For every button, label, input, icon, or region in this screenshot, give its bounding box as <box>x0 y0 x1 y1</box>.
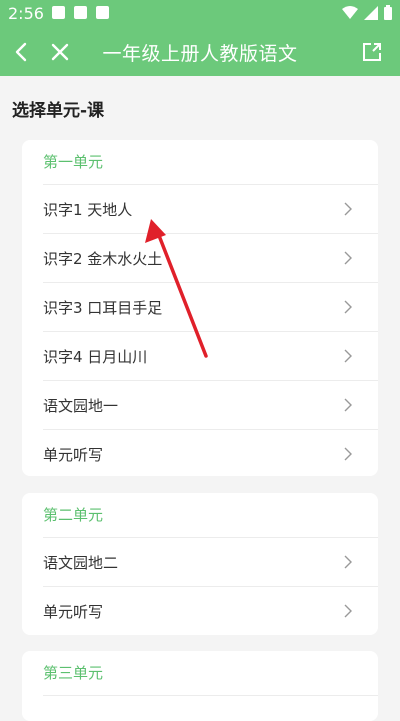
page-title: 一年级上册人教版语文 <box>102 43 298 65</box>
status-icons <box>342 5 392 20</box>
lesson-label: 语文园地一 <box>43 397 119 415</box>
status-time: 2:56 <box>8 4 44 23</box>
lesson-row-6[interactable]: 单元听写 <box>43 429 378 478</box>
chevron-right-icon <box>344 398 352 412</box>
lesson-label: 识字1 天地人 <box>43 201 133 219</box>
unit-title: 第二单元 <box>43 506 104 524</box>
chevron-right-icon <box>344 349 352 363</box>
lesson-row-7[interactable]: 语文园地二 <box>43 537 378 586</box>
lesson-row-8[interactable]: 单元听写 <box>43 586 378 635</box>
share-icon <box>363 43 381 61</box>
chevron-right-icon <box>344 555 352 569</box>
lesson-label: 单元听写 <box>43 603 104 621</box>
chevron-right-icon <box>344 251 352 265</box>
image-notification-icon <box>52 6 65 19</box>
app-bar: 一年级上册人教版语文 <box>0 28 400 76</box>
unit-title: 第一单元 <box>43 153 104 171</box>
section-title: 选择单元-课 <box>12 101 105 121</box>
lesson-label: 单元听写 <box>43 446 104 464</box>
lesson-label: 识字2 金木水火土 <box>43 250 163 268</box>
chevron-right-icon <box>344 300 352 314</box>
chevron-right-icon <box>344 447 352 461</box>
unit-title: 第三单元 <box>43 664 104 682</box>
battery-icon <box>384 5 392 20</box>
chevron-right-icon <box>344 202 352 216</box>
app-notification-icon-2 <box>96 6 109 19</box>
wifi-icon <box>342 5 358 19</box>
share-button[interactable] <box>360 40 384 64</box>
chevron-right-icon <box>344 604 352 618</box>
status-bar: 2:56 <box>0 0 400 28</box>
lesson-row-4[interactable]: 识字4 日月山川 <box>43 331 378 380</box>
lesson-row-1[interactable]: 识字1 天地人 <box>43 184 378 233</box>
lesson-label: 识字4 日月山川 <box>43 348 148 366</box>
lesson-row-9[interactable] <box>43 695 378 715</box>
unit-card-1: 第一单元 识字1 天地人 识字2 金木水火土 识字3 口耳目手足 识字4 日月山… <box>22 140 378 476</box>
signal-icon <box>364 5 378 20</box>
lesson-label: 语文园地二 <box>43 554 119 572</box>
lesson-label: 识字3 口耳目手足 <box>43 299 163 317</box>
lesson-row-2[interactable]: 识字2 金木水火土 <box>43 233 378 282</box>
unit-card-2: 第二单元 语文园地二 单元听写 <box>22 493 378 635</box>
lesson-row-5[interactable]: 语文园地一 <box>43 380 378 429</box>
app-notification-icon <box>74 6 87 19</box>
lesson-row-3[interactable]: 识字3 口耳目手足 <box>43 282 378 331</box>
